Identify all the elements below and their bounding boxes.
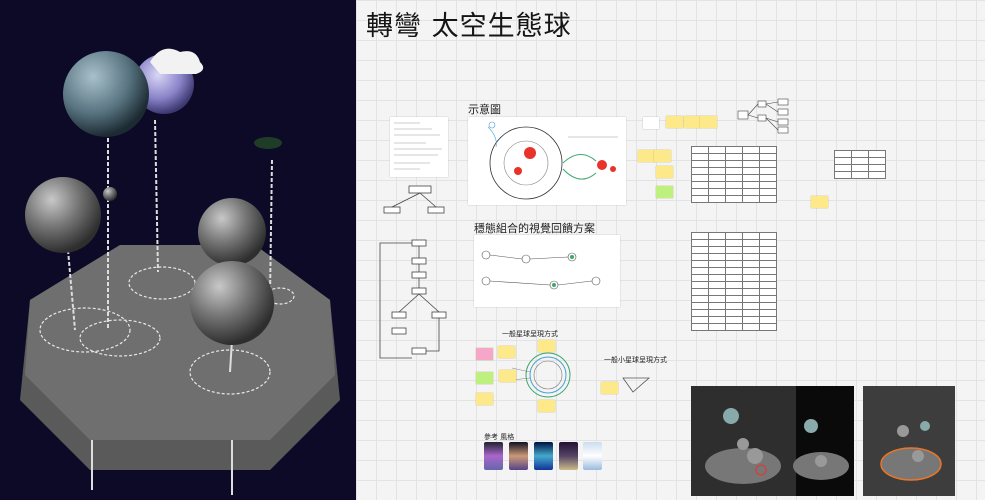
whiteboard[interactable]: 轉彎 太空生態球 示意圖 穩態組合的視覺回饋方案 一般星球呈現方式 一般小星球呈… — [356, 0, 985, 500]
doc-card[interactable] — [390, 117, 448, 177]
sticky-note[interactable] — [538, 400, 555, 412]
funnel-shape — [622, 377, 651, 393]
reference-image[interactable] — [559, 442, 578, 470]
sticky-note[interactable] — [656, 166, 673, 178]
sticky-note[interactable] — [656, 186, 673, 198]
3d-scene — [20, 48, 340, 495]
3d-viewport[interactable] — [0, 0, 356, 500]
sticky-note[interactable] — [666, 116, 683, 128]
cloud-planet — [150, 48, 204, 74]
platform-top — [25, 245, 335, 440]
page-title: 轉彎 太空生態球 — [366, 11, 572, 42]
planet-sphere[interactable] — [190, 261, 274, 345]
section-label-small-star: 一般小星球呈現方式 — [604, 356, 667, 364]
data-table[interactable] — [834, 150, 886, 179]
leaf-planet[interactable] — [254, 137, 282, 149]
section-label-feedback: 穩態組合的視覺回饋方案 — [474, 222, 595, 235]
ecosystem-diagram — [487, 121, 618, 200]
data-table[interactable] — [691, 232, 777, 331]
flowchart[interactable] — [376, 180, 466, 365]
data-table[interactable] — [691, 146, 777, 203]
feedback-diagram — [481, 250, 601, 290]
small-planet[interactable] — [103, 187, 117, 201]
sticky-note[interactable] — [476, 348, 493, 360]
reference-image[interactable] — [534, 442, 553, 470]
section-label-references: 參考 風格 — [484, 433, 515, 441]
sticky-note[interactable] — [499, 370, 516, 382]
tree-diagram[interactable] — [736, 97, 796, 137]
sticky-note[interactable] — [538, 340, 555, 352]
feedback-card[interactable] — [474, 235, 620, 307]
sticky-note[interactable] — [498, 346, 515, 358]
doc-lines — [394, 122, 442, 170]
diagram-card[interactable] — [468, 117, 626, 205]
scene-screenshot-content — [705, 386, 854, 496]
sticky-note[interactable] — [476, 372, 493, 384]
planet-sphere[interactable] — [25, 177, 101, 253]
scene-screenshot[interactable] — [691, 386, 854, 496]
sticky-note[interactable] — [684, 116, 701, 128]
scene-screenshot[interactable] — [863, 386, 955, 496]
section-label-diagram: 示意圖 — [468, 103, 501, 116]
sticky-note[interactable] — [643, 117, 659, 129]
blue-planet[interactable] — [63, 51, 149, 137]
sticky-note[interactable] — [700, 116, 717, 128]
reference-image[interactable] — [583, 442, 602, 470]
sticky-note[interactable] — [654, 150, 671, 162]
sticky-note[interactable] — [476, 393, 493, 405]
reference-image[interactable] — [484, 442, 503, 470]
planet-sphere[interactable] — [198, 198, 266, 266]
sticky-note[interactable] — [601, 382, 618, 394]
scene-screenshot-content — [880, 421, 942, 481]
sticky-note[interactable] — [638, 150, 655, 162]
reference-image[interactable] — [509, 442, 528, 470]
sticky-note[interactable] — [811, 196, 828, 208]
